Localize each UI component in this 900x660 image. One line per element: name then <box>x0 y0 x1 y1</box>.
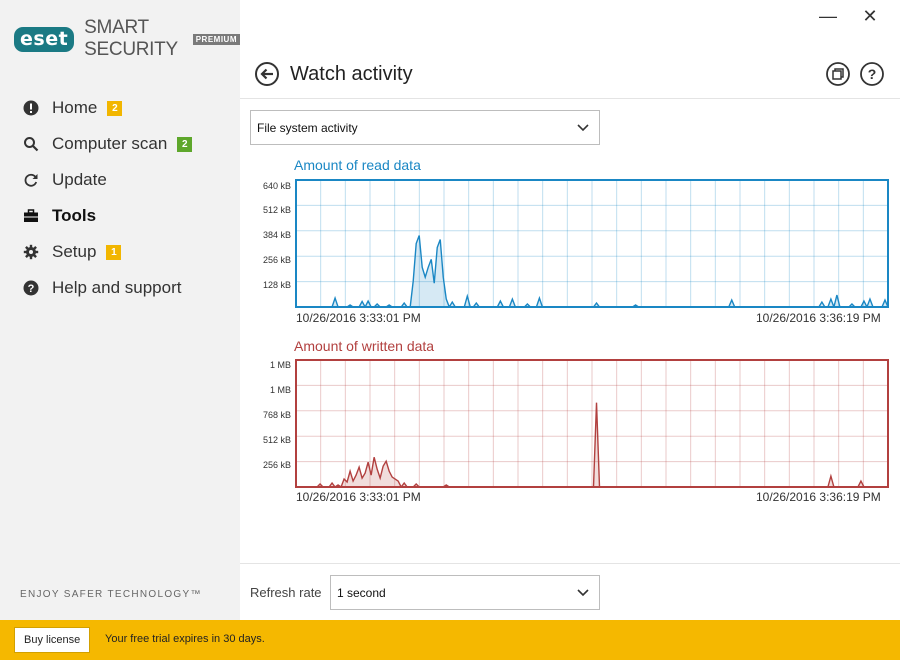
read-data-chart <box>295 179 889 308</box>
sidebar-item-computer-scan[interactable]: Computer scan 2 <box>0 126 240 162</box>
x-end-label: 10/26/2016 3:36:19 PM <box>756 311 881 325</box>
activity-type-select[interactable]: File system activity <box>250 110 600 145</box>
page-title: Watch activity <box>290 63 413 85</box>
search-icon <box>23 136 39 152</box>
activity-type-value: File system activity <box>257 121 358 135</box>
app-logo: eset SMART SECURITY PREMIUM <box>14 17 240 61</box>
buy-license-button[interactable]: Buy license <box>14 627 91 653</box>
y-tick-label: 256 kB <box>262 460 291 470</box>
sidebar-item-home[interactable]: Home 2 <box>0 90 240 126</box>
written-data-chart <box>295 359 889 488</box>
sidebar-item-help-and-support[interactable]: ? Help and support <box>0 270 240 306</box>
toolbox-icon <box>23 208 39 224</box>
sidebar-nav: Home 2 Computer scan 2 Update Tools Setu… <box>0 90 240 306</box>
sidebar-item-label: Update <box>52 170 107 189</box>
help-circle-icon: ? <box>23 280 39 296</box>
sidebar-item-update[interactable]: Update <box>0 162 240 198</box>
trial-message: Your free trial expires in 30 days. <box>105 633 265 645</box>
y-tick-label: 256 kB <box>262 255 291 265</box>
brand-logo: eset <box>14 26 75 52</box>
sidebar-item-label: Setup <box>52 242 97 261</box>
gear-icon <box>23 244 39 260</box>
refresh-rate-label: Refresh rate <box>250 585 322 600</box>
edition-badge: PREMIUM <box>192 33 240 45</box>
y-tick-label: 384 kB <box>262 230 291 240</box>
sidebar-item-label: Tools <box>52 206 97 225</box>
tagline: ENJOY SAFER TECHNOLOGY™ <box>20 589 202 600</box>
y-tick-label: 640 kB <box>262 181 291 191</box>
chart-grid <box>296 180 888 307</box>
y-tick-label: 512 kB <box>262 435 291 445</box>
svg-text:?: ? <box>868 66 877 82</box>
sidebar-item-setup[interactable]: Setup 1 <box>0 234 240 270</box>
y-tick-label: 512 kB <box>262 205 291 215</box>
x-start-label: 10/26/2016 3:33:01 PM <box>296 490 421 504</box>
y-tick-label: 768 kB <box>262 410 291 420</box>
sidebar-item-tools[interactable]: Tools <box>0 198 240 234</box>
notification-badge: 2 <box>107 100 123 116</box>
read-chart-title: Amount of read data <box>294 157 421 173</box>
x-start-label: 10/26/2016 3:33:01 PM <box>296 311 421 325</box>
x-end-label: 10/26/2016 3:36:19 PM <box>756 490 881 504</box>
copy-window-icon[interactable] <box>826 62 850 86</box>
notification-badge: 1 <box>106 244 122 260</box>
trial-banner: Buy license Your free trial expires in 3… <box>0 620 900 660</box>
refresh-icon <box>23 172 39 188</box>
back-arrow-icon[interactable] <box>255 62 279 86</box>
write-chart-title: Amount of written data <box>294 338 435 354</box>
divider <box>240 563 900 564</box>
alert-circle-icon <box>23 100 39 116</box>
sidebar-item-label: Computer scan <box>52 134 168 153</box>
svg-text:?: ? <box>28 283 35 295</box>
sidebar-item-label: Help and support <box>52 278 182 297</box>
refresh-rate-value: 1 second <box>337 586 386 600</box>
main-content: Watch activity ? <box>240 0 900 620</box>
chevron-down-icon <box>577 124 589 132</box>
help-icon[interactable]: ? <box>860 62 884 86</box>
refresh-rate-select[interactable]: 1 second <box>330 575 600 610</box>
sidebar-item-label: Home <box>52 98 98 117</box>
product-name: SMART SECURITY <box>84 17 178 60</box>
notification-badge: 2 <box>177 136 193 152</box>
y-tick-label: 1 MB <box>269 360 291 370</box>
y-tick-label: 1 MB <box>269 385 291 395</box>
chevron-down-icon <box>577 589 589 597</box>
y-tick-label: 128 kB <box>262 280 291 290</box>
sidebar: eset SMART SECURITY PREMIUM Home 2 Compu… <box>0 0 240 620</box>
page-header: Watch activity ? <box>240 50 900 99</box>
